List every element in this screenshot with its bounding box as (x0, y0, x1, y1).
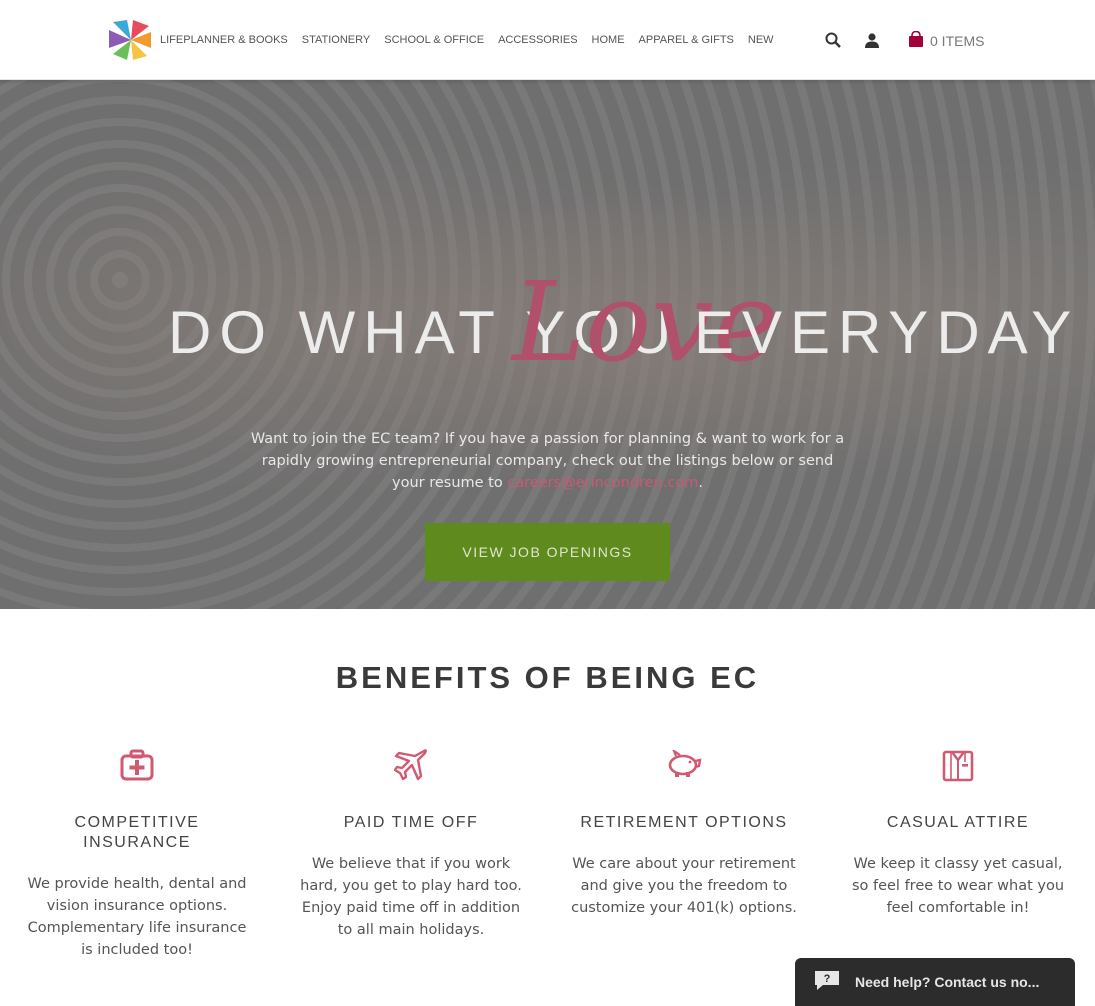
benefit-heading: RETIREMENT OPTIONS (580, 814, 788, 831)
chat-bubble-icon: ? (813, 969, 841, 995)
user-icon[interactable] (862, 30, 882, 50)
careers-email-link[interactable]: careers@erincondren.com (507, 475, 698, 491)
hero-title-part2: EVERYDAY (694, 299, 1080, 366)
piggy-bank-icon (664, 745, 704, 785)
cart-button[interactable]: 0 ITEMS (908, 30, 985, 51)
benefit-description: We believe that if you work hard, you ge… (300, 856, 522, 938)
nav-accessories[interactable]: ACCESSORIES (498, 34, 577, 46)
cart-count: 0 ITEMS (930, 33, 985, 49)
hero-description: Want to join the EC team? If you have a … (250, 428, 845, 494)
view-job-openings-button[interactable]: VIEW JOB OPENINGS (425, 523, 670, 581)
nav-new[interactable]: NEW (748, 34, 774, 46)
first-aid-kit-icon (117, 745, 157, 785)
logo-icon[interactable] (107, 18, 155, 62)
chat-widget[interactable]: ? Need help? Contact us no... (795, 958, 1075, 1006)
nav-apparel-gifts[interactable]: APPAREL & GIFTS (639, 34, 734, 46)
svg-text:?: ? (824, 973, 831, 985)
benefit-retirement: RETIREMENT OPTIONS We care about your re… (569, 745, 799, 919)
nav-home[interactable]: HOME (592, 34, 625, 46)
search-icon[interactable] (823, 30, 843, 50)
hero-text-end: . (698, 475, 703, 491)
benefit-paid-time-off: PAID TIME OFF We believe that if you wor… (296, 745, 526, 941)
benefit-description: We care about your retirement and give y… (571, 856, 797, 916)
benefit-insurance: COMPETITIVE INSURANCE We provide health,… (22, 745, 252, 961)
shirt-icon (938, 745, 978, 785)
nav-lifeplanner-books[interactable]: LIFEPLANNER & BOOKS (160, 34, 288, 46)
airplane-icon (391, 745, 431, 785)
nav-school-office[interactable]: SCHOOL & OFFICE (384, 34, 484, 46)
site-header: LIFEPLANNER & BOOKS STATIONERY SCHOOL & … (0, 0, 1095, 80)
benefit-description: We provide health, dental and vision ins… (27, 876, 247, 958)
benefit-casual-attire: CASUAL ATTIRE We keep it classy yet casu… (843, 745, 1073, 919)
benefit-description: We keep it classy yet casual, so feel fr… (851, 856, 1065, 916)
main-nav: LIFEPLANNER & BOOKS STATIONERY SCHOOL & … (160, 34, 788, 46)
benefit-heading: COMPETITIVE INSURANCE (74, 814, 200, 851)
chat-label: Need help? Contact us no... (855, 974, 1040, 990)
nav-stationery[interactable]: STATIONERY (302, 34, 370, 46)
benefits-title: BENEFITS OF BEING EC (335, 660, 760, 695)
benefit-heading: CASUAL ATTIRE (886, 814, 1030, 831)
bag-icon (908, 30, 924, 51)
benefit-heading: PAID TIME OFF (343, 814, 479, 831)
hero-banner: DO WHAT YOU Love EVERYDAY Want to join t… (0, 80, 1095, 609)
